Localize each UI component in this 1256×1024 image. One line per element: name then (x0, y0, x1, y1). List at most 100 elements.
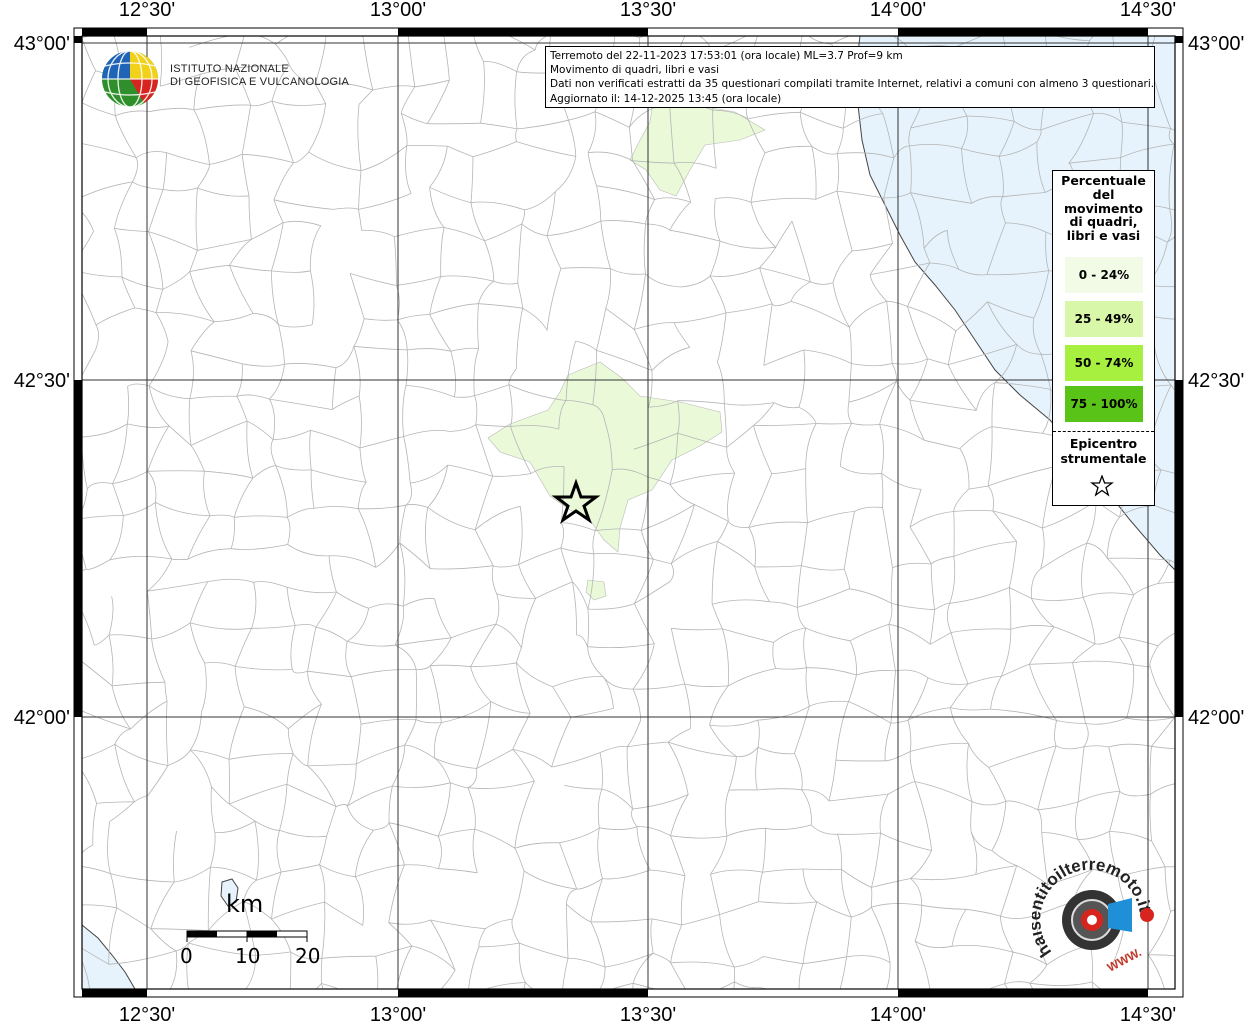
municipal-boundary (1204, 993, 1227, 998)
left-axis-labels: 43°00' 42°30' 42°00' (14, 33, 70, 729)
municipal-boundary (82, 102, 83, 104)
bottom-tick-label: 12°30' (119, 1004, 175, 1024)
municipal-boundary (1187, 207, 1200, 229)
municipal-boundary (558, 1001, 562, 1024)
municipal-boundary (1240, 770, 1255, 805)
municipal-boundary (1199, 142, 1239, 148)
seismometer-target-icon: haisentitoilterremoto.it WWW. (1032, 860, 1155, 975)
municipal-boundary (1248, 264, 1252, 322)
scale-unit: km (226, 890, 264, 918)
municipal-boundary (1188, 282, 1200, 318)
legend-class-2: 50 - 74% (1065, 345, 1143, 381)
municipal-boundary (1203, 126, 1246, 131)
left-tick-label: 42°00' (14, 707, 70, 729)
event-title: Terremoto del 22-11-2023 17:53:01 (ora l… (550, 50, 903, 62)
municipal-boundary (1204, 729, 1250, 731)
municipal-boundary (327, 23, 362, 28)
municipal-boundary (1193, 568, 1234, 570)
municipal-boundary (1188, 318, 1248, 322)
municipal-boundary (1187, 749, 1193, 782)
right-tick-label: 42°00' (1188, 707, 1244, 729)
municipal-boundary (1191, 405, 1252, 407)
municipal-boundary (1187, 228, 1200, 282)
municipal-boundary (1210, 675, 1242, 681)
bottom-tick-label: 14°30' (1120, 1004, 1176, 1024)
legend-epicenter-label: Epicentro strumentale (1060, 436, 1147, 466)
municipal-boundary (1201, 484, 1215, 521)
ingv-globe-icon (102, 50, 158, 108)
municipal-boundary (1227, 923, 1229, 950)
top-tick-label: 14°30' (1120, 0, 1176, 21)
municipal-boundary (1200, 581, 1245, 605)
scale-tick-label: 10 (235, 944, 261, 968)
municipal-boundary (1198, 837, 1204, 864)
municipal-boundary (1188, 318, 1192, 346)
municipal-boundary (1198, 836, 1244, 845)
legend-class-3: 75 - 100% (1065, 386, 1143, 422)
municipal-boundary (1187, 782, 1240, 805)
municipal-boundary (191, 1004, 196, 1024)
municipal-boundary (1192, 346, 1236, 356)
municipal-boundary (1247, 40, 1252, 65)
municipal-boundary (1203, 86, 1204, 131)
municipal-boundary (1239, 126, 1246, 142)
top-tick-label: 12°30' (119, 0, 175, 21)
municipal-boundary (1173, 143, 1175, 145)
star-outline-icon (1090, 475, 1114, 497)
event-info-box: Terremoto del 22-11-2023 17:53:01 (ora l… (545, 46, 1155, 108)
municipal-boundary (1246, 65, 1252, 126)
bottom-tick-label: 13°30' (620, 1004, 676, 1024)
municipal-boundary (1198, 148, 1200, 207)
municipal-boundary (1193, 749, 1255, 769)
municipal-boundary (1187, 782, 1197, 837)
municipal-boundary (1193, 570, 1200, 581)
municipal-boundary (1200, 998, 1204, 1024)
municipal-boundary (833, 999, 837, 1023)
municipal-boundary (595, 995, 600, 1024)
legend: Percentuale del movimento di quadri, lib… (1052, 170, 1155, 506)
right-tick-label: 42°30' (1188, 370, 1244, 392)
municipal-boundary (1230, 450, 1246, 471)
municipal-boundary (191, 991, 244, 1004)
left-tick-label: 42°30' (14, 370, 70, 392)
legend-title: Percentuale del movimento di quadri, lib… (1061, 173, 1146, 244)
left-tick-label: 43°00' (14, 33, 70, 55)
municipal-boundary (1234, 568, 1244, 605)
municipal-boundary (1187, 228, 1230, 231)
municipal-boundary (71, 706, 74, 760)
municipal-boundary (1202, 625, 1210, 681)
municipal-boundary (1204, 864, 1215, 903)
municipal-boundary (1203, 65, 1252, 86)
ingv-logo-text: ISTITUTO NAZIONALE DI GEOFISICA E VULCAN… (170, 63, 349, 88)
sentito-logo-url: WWW. (1105, 945, 1144, 975)
municipal-boundary (950, 996, 973, 1024)
municipal-boundary (1195, 449, 1215, 484)
scale-tick-label: 0 (180, 944, 193, 968)
municipal-boundary (1234, 507, 1242, 569)
legend-class-1: 25 - 49% (1065, 301, 1143, 337)
municipal-boundary (1204, 964, 1212, 998)
bottom-tick-label: 14°00' (870, 1004, 926, 1024)
top-tick-label: 13°00' (370, 0, 426, 21)
legend-separator (1053, 431, 1154, 432)
legend-class-0: 0 - 24% (1065, 257, 1143, 293)
municipal-boundary (1227, 950, 1228, 993)
bottom-axis-labels: 12°30' 13°00' 13°30' 14°00' 14°30' (119, 1004, 1176, 1024)
right-tick-label: 43°00' (1188, 33, 1244, 55)
event-parameter: Movimento di quadri, libri e vasi (550, 64, 719, 77)
municipal-boundary (1170, 909, 1175, 912)
data-note: Dati non verificati estratti da 35 quest… (550, 78, 1155, 91)
top-tick-label: 13°30' (620, 0, 676, 21)
municipal-boundary (71, 143, 80, 203)
municipal-boundary (244, 991, 248, 1024)
municipal-boundary (1231, 184, 1241, 231)
municipal-boundary (1240, 805, 1245, 846)
municipal-boundary (1216, 471, 1230, 484)
municipal-boundary (1189, 406, 1195, 449)
bottom-tick-label: 13°00' (370, 1004, 426, 1024)
municipal-boundary (1199, 131, 1203, 148)
right-axis-labels: 43°00' 42°30' 42°00' (1188, 33, 1244, 729)
scale-tick-label: 20 (295, 944, 321, 968)
municipal-boundary (1245, 605, 1255, 628)
municipal-boundary (276, 1010, 289, 1024)
